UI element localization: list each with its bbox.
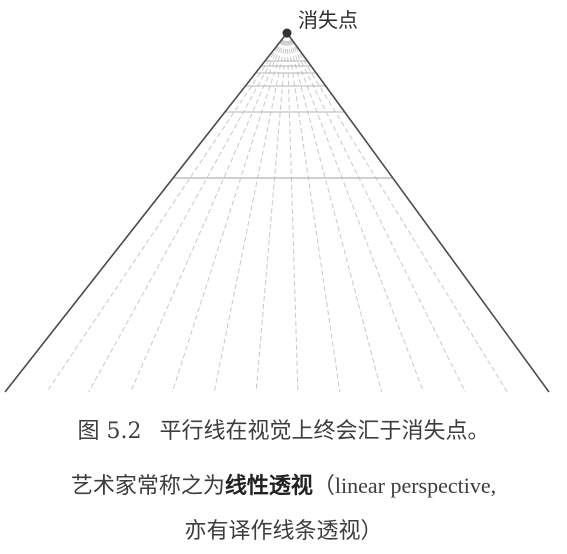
converging-ray xyxy=(130,32,288,393)
converging-rays xyxy=(46,32,508,393)
converging-ray xyxy=(286,32,508,393)
converging-ray xyxy=(171,32,288,393)
caption-line-2: 艺术家常称之为线性透视（linear perspective, xyxy=(0,466,567,507)
right-edge-line xyxy=(286,32,550,393)
vanishing-point-dot xyxy=(282,28,292,38)
converging-ray xyxy=(46,32,288,393)
converging-ray xyxy=(286,32,466,393)
caption-line-1: 图 5.2 平行线在视觉上终会汇于消失点。 xyxy=(0,412,567,452)
perspective-diagram: 消失点 xyxy=(4,8,550,393)
horizontal-crosslines xyxy=(173,60,393,179)
caption-term: 线性透视 xyxy=(224,474,313,499)
converging-ray xyxy=(255,32,288,393)
converging-ray xyxy=(286,32,383,393)
caption-text-2-prefix: 艺术家常称之为 xyxy=(70,474,225,499)
converging-ray xyxy=(286,32,299,393)
converging-ray xyxy=(286,32,424,393)
caption-paren-open: （ xyxy=(312,474,335,499)
caption-latin-term: linear perspective, xyxy=(334,473,497,498)
caption-text-3: 亦有译作线条透视） xyxy=(184,519,383,544)
caption-line-3: 亦有译作线条透视） xyxy=(0,512,567,552)
left-edge-line xyxy=(4,32,288,393)
figure-number: 图 5.2 xyxy=(77,419,142,444)
caption-text-1: 平行线在视觉上终会汇于消失点。 xyxy=(159,419,490,444)
converging-ray xyxy=(88,32,288,393)
vanishing-point-label: 消失点 xyxy=(298,8,358,32)
